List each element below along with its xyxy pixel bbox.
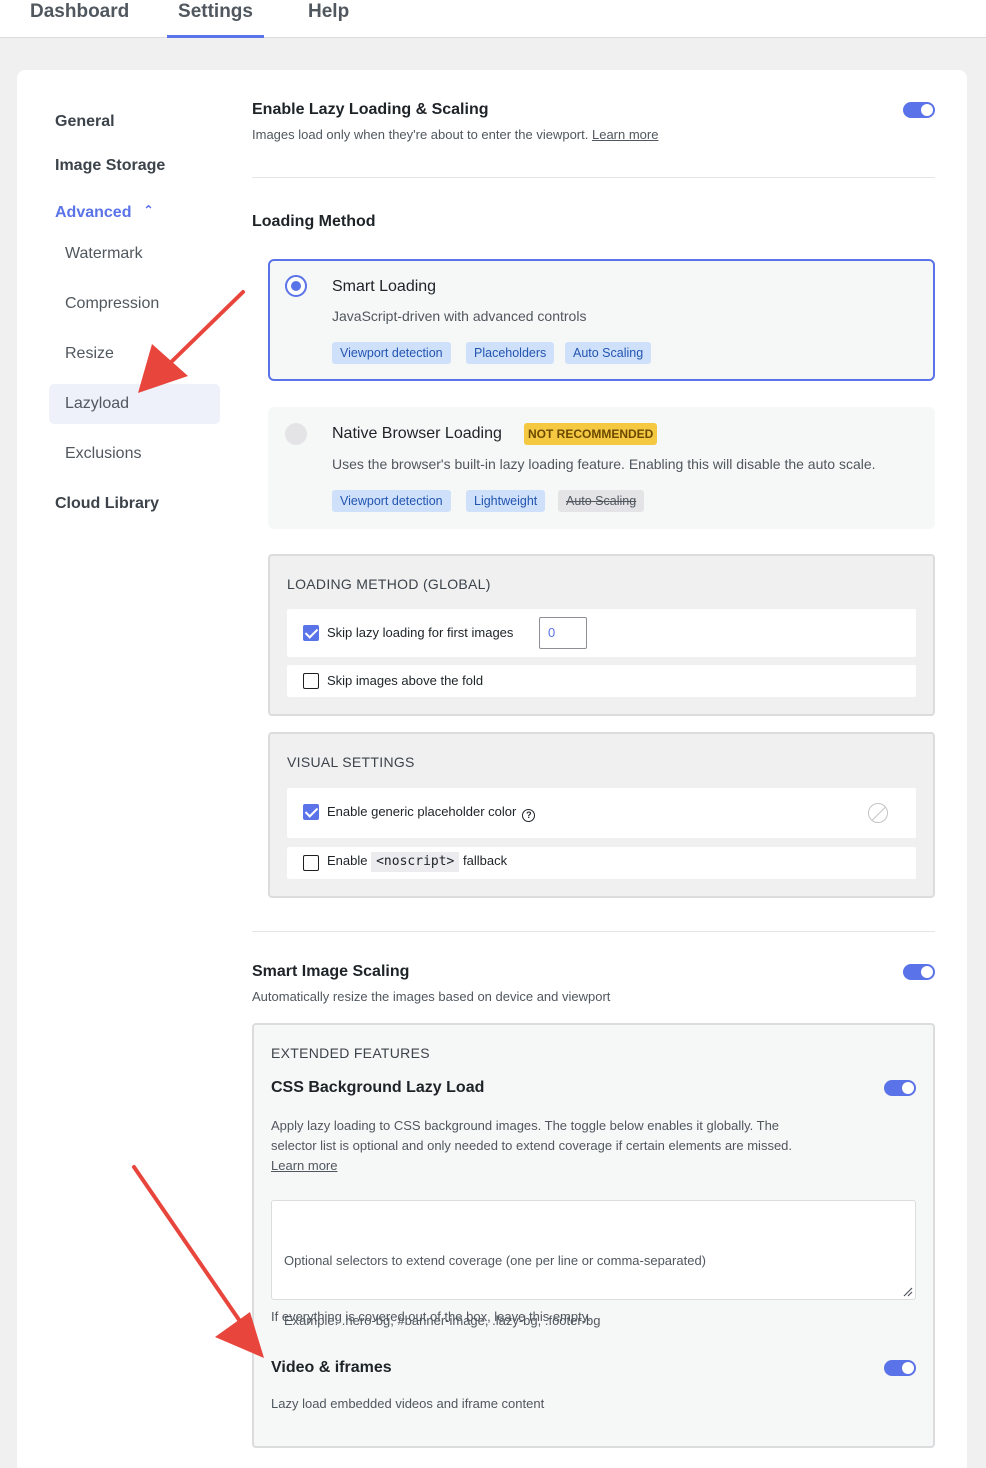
tag-lightweight: Lightweight xyxy=(466,490,546,512)
css-bg-hint: If everything is covered out of the box,… xyxy=(271,1309,591,1324)
smart-scaling-toggle[interactable] xyxy=(903,964,935,980)
extended-features-title: EXTENDED FEATURES xyxy=(271,1045,430,1061)
tag-auto-scaling-disabled: Auto Scaling xyxy=(558,490,645,512)
tag-viewport-detection: Viewport detection xyxy=(332,342,451,364)
noscript-label: Enable <noscript> fallback xyxy=(327,852,507,872)
skip-first-checkbox[interactable] xyxy=(303,625,319,641)
lazy-loading-desc-text: Images load only when they're about to e… xyxy=(252,127,589,142)
not-recommended-badge: NOT RECOMMENDED xyxy=(524,423,658,445)
smart-scaling-desc: Automatically resize the images based on… xyxy=(252,989,611,1004)
sidebar-item-cloud-library[interactable]: Cloud Library xyxy=(55,494,159,514)
smart-scaling-title: Smart Image Scaling xyxy=(252,963,410,980)
native-loading-option[interactable]: Native Browser Loading NOT RECOMMENDED U… xyxy=(268,407,935,529)
learn-more-link[interactable]: Learn more xyxy=(592,127,658,142)
group-title: LOADING METHOD (GLOBAL) xyxy=(287,576,491,592)
skip-first-row: Skip lazy loading for first images 0 xyxy=(287,609,916,657)
native-loading-radio[interactable] xyxy=(285,423,307,445)
extended-features-panel: EXTENDED FEATURES CSS Background Lazy Lo… xyxy=(252,1023,935,1448)
skip-fold-label: Skip images above the fold xyxy=(327,673,484,688)
tab-help[interactable]: Help xyxy=(308,0,358,38)
tag-placeholders: Placeholders xyxy=(466,342,555,364)
settings-card: General Image Storage Advanced ⌃ Watermar… xyxy=(17,70,967,1468)
sidebar-item-compression[interactable]: Compression xyxy=(65,294,159,314)
css-bg-learn-more-link[interactable]: Learn more xyxy=(271,1158,337,1173)
noscript-row: Enable <noscript> fallback xyxy=(287,847,916,879)
sidebar-item-label: Advanced xyxy=(55,204,132,221)
placeholder-color-row: Enable generic placeholder color? xyxy=(287,788,916,838)
smart-loading-desc: JavaScript-driven with advanced controls xyxy=(332,308,587,324)
sidebar-item-resize[interactable]: Resize xyxy=(65,344,114,364)
noscript-checkbox[interactable] xyxy=(303,855,319,871)
group-title: VISUAL SETTINGS xyxy=(287,754,415,770)
lazy-loading-toggle[interactable] xyxy=(903,102,935,118)
placeholder-color-label: Enable generic placeholder color? xyxy=(327,803,536,822)
chevron-up-icon: ⌃ xyxy=(143,203,154,217)
smart-loading-title: Smart Loading xyxy=(332,278,437,295)
color-picker-swatch[interactable] xyxy=(868,803,888,823)
tab-dashboard[interactable]: Dashboard xyxy=(30,0,130,38)
noscript-prefix: Enable xyxy=(327,853,368,868)
native-loading-desc: Uses the browser's built-in lazy loading… xyxy=(332,456,876,472)
skip-fold-row: Skip images above the fold xyxy=(287,665,916,697)
sidebar-item-general[interactable]: General xyxy=(55,112,115,132)
visual-settings-group: VISUAL SETTINGS Enable generic placehold… xyxy=(268,732,935,898)
css-bg-desc: Apply lazy loading to CSS background ima… xyxy=(271,1116,792,1176)
smart-loading-radio[interactable] xyxy=(285,275,307,297)
sidebar-item-lazyload[interactable]: Lazyload xyxy=(65,394,129,414)
divider xyxy=(252,177,935,178)
video-iframes-desc: Lazy load embedded videos and iframe con… xyxy=(271,1396,545,1411)
loading-method-title: Loading Method xyxy=(252,213,376,230)
css-bg-desc-line: selector list is optional and only neede… xyxy=(271,1138,793,1153)
css-bg-desc-line: Apply lazy loading to CSS background ima… xyxy=(271,1118,780,1133)
lazy-loading-desc: Images load only when they're about to e… xyxy=(252,126,658,144)
sidebar-item-advanced[interactable]: Advanced ⌃ xyxy=(55,200,154,223)
divider xyxy=(252,931,935,932)
resize-handle-icon[interactable] xyxy=(901,1285,913,1297)
placeholder-color-checkbox[interactable] xyxy=(303,804,319,820)
sidebar-item-watermark[interactable]: Watermark xyxy=(65,244,143,264)
tab-settings[interactable]: Settings xyxy=(167,0,264,38)
tag-auto-scaling: Auto Scaling xyxy=(565,342,652,364)
video-iframes-title: Video & iframes xyxy=(271,1359,392,1376)
skip-first-label: Skip lazy loading for first images xyxy=(327,625,514,640)
noscript-suffix: fallback xyxy=(463,853,508,868)
css-bg-title: CSS Background Lazy Load xyxy=(271,1079,485,1096)
lazy-loading-title: Enable Lazy Loading & Scaling xyxy=(252,101,489,118)
textarea-placeholder-line: Optional selectors to extend coverage (o… xyxy=(284,1253,706,1268)
smart-loading-option[interactable]: Smart Loading JavaScript-driven with adv… xyxy=(268,259,935,381)
skip-first-count-input[interactable]: 0 xyxy=(539,617,587,649)
tag-viewport-detection: Viewport detection xyxy=(332,490,451,512)
native-loading-title: Native Browser Loading xyxy=(332,425,502,442)
top-nav: Dashboard Settings Help xyxy=(0,0,986,38)
noscript-code: <noscript> xyxy=(371,852,460,872)
loading-method-global-group: LOADING METHOD (GLOBAL) Skip lazy loadin… xyxy=(268,554,935,716)
skip-fold-checkbox[interactable] xyxy=(303,673,319,689)
help-icon[interactable]: ? xyxy=(522,809,536,822)
sidebar-item-exclusions[interactable]: Exclusions xyxy=(65,444,141,464)
sidebar-item-image-storage[interactable]: Image Storage xyxy=(55,156,165,176)
css-bg-toggle[interactable] xyxy=(884,1080,916,1096)
placeholder-color-text: Enable generic placeholder color xyxy=(327,804,517,819)
video-iframes-toggle[interactable] xyxy=(884,1360,916,1376)
css-selectors-textarea[interactable]: Optional selectors to extend coverage (o… xyxy=(271,1200,916,1328)
